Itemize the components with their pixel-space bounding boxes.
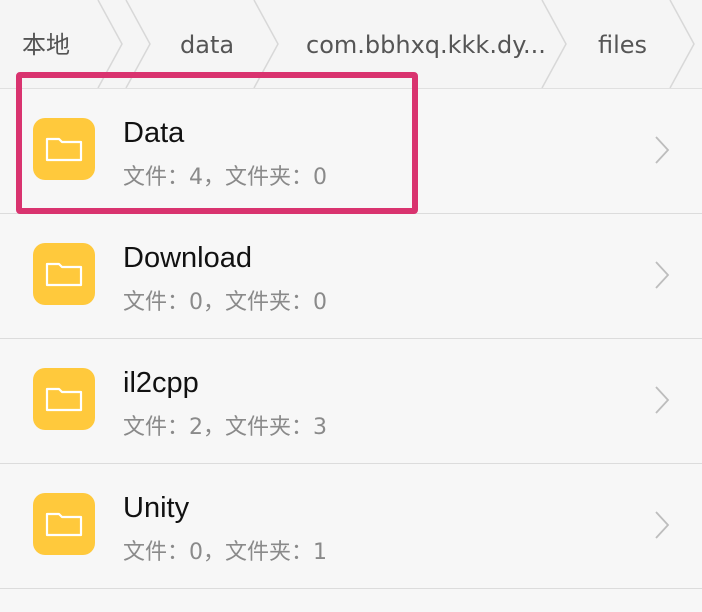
breadcrumb-item-local[interactable]: 本地 <box>22 0 70 88</box>
chevron-right-icon <box>655 136 670 164</box>
breadcrumb-separator-icon <box>253 0 279 88</box>
folder-name: Unity <box>123 492 190 524</box>
breadcrumb-separator-icon <box>125 0 151 88</box>
chevron-right-icon <box>655 511 670 539</box>
folder-icon <box>33 368 95 430</box>
folder-meta: 文件：0，文件夹：0 <box>123 290 327 315</box>
folder-icon <box>33 118 95 180</box>
breadcrumb-item-data[interactable]: data <box>180 0 234 88</box>
folder-icon <box>33 493 95 555</box>
folder-meta: 文件：2，文件夹：3 <box>123 415 327 440</box>
chevron-right-icon <box>655 261 670 289</box>
folder-name: Download <box>123 242 252 274</box>
breadcrumb: 本地 data com.bbhxq.kkk.dy... files <box>0 0 702 89</box>
folder-meta: 文件：0，文件夹：1 <box>123 540 327 565</box>
folder-row-data[interactable]: Data 文件：4，文件夹：0 <box>0 89 702 214</box>
folder-name: il2cpp <box>123 367 199 399</box>
breadcrumb-separator-icon <box>541 0 567 88</box>
folder-row-il2cpp[interactable]: il2cpp 文件：2，文件夹：3 <box>0 339 702 464</box>
folder-icon <box>33 243 95 305</box>
breadcrumb-item-files[interactable]: files <box>598 0 647 88</box>
folder-list: Data 文件：4，文件夹：0 Download 文件：0，文件夹：0 il2c… <box>0 89 702 589</box>
file-manager-screen: 本地 data com.bbhxq.kkk.dy... files Data 文… <box>0 0 702 612</box>
folder-row-unity[interactable]: Unity 文件：0，文件夹：1 <box>0 464 702 589</box>
chevron-right-icon <box>655 386 670 414</box>
breadcrumb-item-package[interactable]: com.bbhxq.kkk.dy... <box>306 0 546 88</box>
folder-row-download[interactable]: Download 文件：0，文件夹：0 <box>0 214 702 339</box>
folder-meta: 文件：4，文件夹：0 <box>123 165 327 190</box>
breadcrumb-separator-icon <box>97 0 123 88</box>
folder-name: Data <box>123 117 185 149</box>
breadcrumb-separator-icon <box>669 0 695 88</box>
